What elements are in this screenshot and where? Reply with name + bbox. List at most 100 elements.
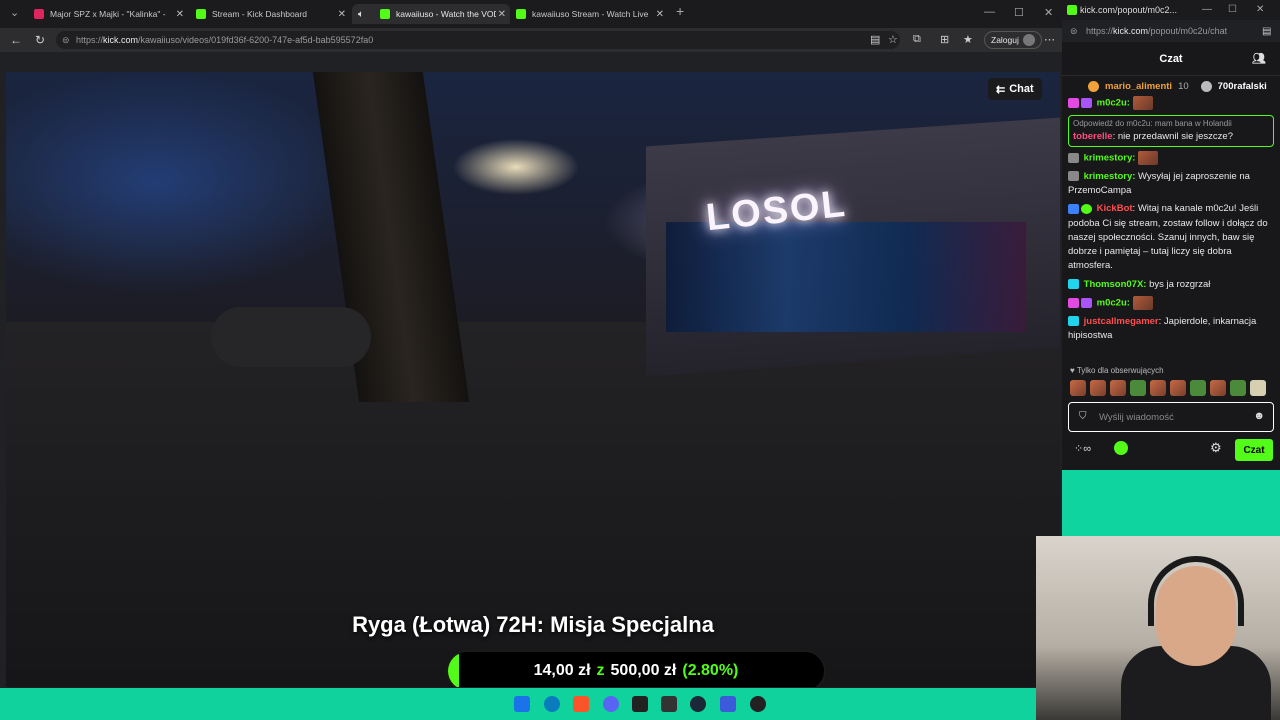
windows-start-icon[interactable] bbox=[514, 696, 530, 712]
minimize-icon[interactable]: — bbox=[1202, 4, 1212, 15]
login-button[interactable]: Zaloguj bbox=[984, 31, 1042, 49]
reload-icon[interactable]: ↻ bbox=[35, 33, 45, 47]
emote[interactable] bbox=[1070, 380, 1086, 396]
site-info-icon[interactable]: ⊜ bbox=[62, 35, 70, 46]
emote[interactable] bbox=[1130, 380, 1146, 396]
epic-games-icon[interactable] bbox=[661, 696, 677, 712]
emote[interactable] bbox=[1170, 380, 1186, 396]
chat-username[interactable]: m0c2u: bbox=[1097, 297, 1130, 308]
tab-label: kawaiiuso Stream - Watch Live on bbox=[532, 9, 650, 19]
goal-percent: (2.80%) bbox=[682, 662, 739, 679]
chat-message: m0c2u: bbox=[1068, 96, 1274, 111]
site-info-icon[interactable]: ⊜ bbox=[1070, 26, 1078, 37]
users-icon[interactable]: 👥︎ bbox=[1252, 52, 1266, 65]
green-screen-area bbox=[1062, 470, 1280, 536]
login-label: Zaloguj bbox=[991, 35, 1019, 45]
more-menu-icon[interactable]: ⋯ bbox=[1044, 33, 1055, 46]
chat-username[interactable]: m0c2u: bbox=[1097, 98, 1130, 109]
badge-icon bbox=[1068, 153, 1079, 164]
followers-only-label: Tylko dla obserwujących bbox=[1076, 366, 1164, 375]
chat-text: bys ja rozgrzał bbox=[1146, 278, 1211, 290]
brave-icon[interactable] bbox=[573, 696, 589, 712]
chat-username[interactable]: Thomson07X: bbox=[1084, 279, 1147, 290]
reply-header: Odpowiedź do m0c2u: mam bana w Holandii bbox=[1073, 118, 1232, 128]
split-screen-icon[interactable]: ⊞ bbox=[940, 33, 949, 46]
chat-input[interactable]: ⛉ Wyślij wiadomość ☻ bbox=[1068, 402, 1274, 432]
chat-message: krimestory: Wysyłaj jej zaproszenie na P… bbox=[1068, 170, 1274, 199]
app-icon[interactable] bbox=[632, 696, 648, 712]
emote[interactable] bbox=[1250, 380, 1266, 396]
url-prefix: https:// bbox=[76, 35, 104, 45]
tab-list-icon[interactable]: ⌄ bbox=[10, 6, 19, 19]
gifter-name[interactable]: mario_alimenti bbox=[1105, 81, 1172, 92]
favorite-star-icon[interactable]: ☆ bbox=[888, 33, 898, 46]
chat-input-placeholder: Wyślij wiadomość bbox=[1099, 411, 1174, 423]
goal-text: 14,00 zł z 500,00 zł (2.80%) bbox=[448, 652, 824, 687]
close-window-icon[interactable]: ✕ bbox=[1044, 6, 1053, 19]
chat-username[interactable]: KickBot bbox=[1097, 203, 1133, 214]
speaker-icon[interactable]: 🔈︎ bbox=[358, 9, 370, 20]
points-icon[interactable]: ⁘∞ bbox=[1074, 442, 1091, 455]
close-window-icon[interactable]: ✕ bbox=[1256, 4, 1264, 15]
reader-mode-icon[interactable]: ▤ bbox=[870, 33, 880, 46]
chat-username[interactable]: krimestory: bbox=[1084, 171, 1136, 182]
tab-youtube[interactable]: Major SPZ x Majki - "Kalinka" - Yo ✕ bbox=[28, 4, 188, 24]
kick-favicon-icon bbox=[1067, 5, 1077, 15]
close-tab-icon[interactable]: ✕ bbox=[498, 9, 506, 20]
app-icon[interactable] bbox=[720, 696, 736, 712]
chat-message: justcallmegamer: Japierdole, inkarnacja … bbox=[1068, 315, 1274, 344]
chat-message: krimestory: bbox=[1068, 151, 1274, 166]
mic-badge-icon bbox=[1081, 297, 1092, 308]
settings-gear-icon[interactable]: ⚙ bbox=[1210, 440, 1222, 456]
tab-label: Stream - Kick Dashboard bbox=[212, 9, 307, 19]
emoji-icon[interactable]: ☻ bbox=[1253, 410, 1265, 422]
mic-badge-icon bbox=[1081, 98, 1092, 108]
chat-username[interactable]: krimestory: bbox=[1084, 153, 1136, 164]
tab-kawaiiuso-vod[interactable]: 🔈︎ kawaiiuso - Watch the VOD o ✕ bbox=[352, 4, 510, 24]
tab-kawaiiuso-live[interactable]: kawaiiuso Stream - Watch Live on ✕ bbox=[510, 4, 668, 24]
discord-icon[interactable] bbox=[603, 696, 619, 712]
popout-url-bar[interactable]: ⊜ https://kick.com/popout/m0c2u/chat ▤ bbox=[1062, 20, 1280, 42]
app-icon[interactable] bbox=[750, 696, 766, 712]
minimize-icon[interactable]: — bbox=[984, 6, 995, 18]
emote[interactable] bbox=[1230, 380, 1246, 396]
gifter-name[interactable]: 700rafalski bbox=[1218, 81, 1267, 92]
kick-favicon-icon bbox=[516, 9, 526, 19]
chat-toolbar: ⁘∞ ⚙ Czat bbox=[1062, 438, 1280, 462]
favorites-icon[interactable]: ★ bbox=[963, 33, 973, 46]
emote[interactable] bbox=[1190, 380, 1206, 396]
goal-current: 14,00 zł bbox=[533, 662, 591, 679]
emote bbox=[1132, 295, 1153, 310]
youtube-favicon-icon bbox=[34, 9, 44, 19]
kick-favicon-icon bbox=[380, 9, 390, 19]
url-path: /popout/m0c2u/chat bbox=[1148, 26, 1228, 36]
edge-icon[interactable] bbox=[544, 696, 560, 712]
parked-car bbox=[211, 307, 371, 367]
chat-message: KickBot: Witaj na kanale m0c2u! Jeśli po… bbox=[1068, 202, 1274, 273]
chat-username[interactable]: justcallmegamer bbox=[1084, 316, 1159, 327]
url-field[interactable]: https://kick.com/kawaiiuso/videos/019fd3… bbox=[56, 31, 900, 49]
close-tab-icon[interactable]: ✕ bbox=[176, 9, 184, 20]
sub-badge-icon bbox=[1068, 98, 1079, 108]
tab-kick-dashboard[interactable]: Stream - Kick Dashboard ✕ bbox=[190, 4, 350, 24]
send-chat-button[interactable]: Czat bbox=[1235, 439, 1273, 461]
url-host: kick.com bbox=[103, 35, 139, 45]
emote[interactable] bbox=[1090, 380, 1106, 396]
chat-username[interactable]: toberelle bbox=[1073, 131, 1113, 142]
video-player[interactable]: LOSOL ⇇ Chat Ryga (Łotwa) 72H: Misja Spe… bbox=[6, 72, 1060, 687]
emote[interactable] bbox=[1150, 380, 1166, 396]
kick-badge-icon[interactable] bbox=[1114, 441, 1128, 455]
emote[interactable] bbox=[1110, 380, 1126, 396]
emote-bar bbox=[1070, 380, 1266, 396]
chat-toggle-button[interactable]: ⇇ Chat bbox=[988, 78, 1042, 100]
emote[interactable] bbox=[1210, 380, 1226, 396]
maximize-icon[interactable]: ☐ bbox=[1228, 4, 1237, 15]
extensions-icon[interactable]: ⧉ bbox=[913, 33, 921, 46]
close-tab-icon[interactable]: ✕ bbox=[338, 9, 346, 20]
close-tab-icon[interactable]: ✕ bbox=[656, 9, 664, 20]
maximize-icon[interactable]: ☐ bbox=[1014, 6, 1024, 19]
steam-icon[interactable] bbox=[690, 696, 706, 712]
new-tab-icon[interactable]: + bbox=[676, 3, 684, 19]
back-icon[interactable]: ← bbox=[10, 33, 22, 47]
app-menu-icon[interactable]: ▤ bbox=[1262, 26, 1271, 37]
